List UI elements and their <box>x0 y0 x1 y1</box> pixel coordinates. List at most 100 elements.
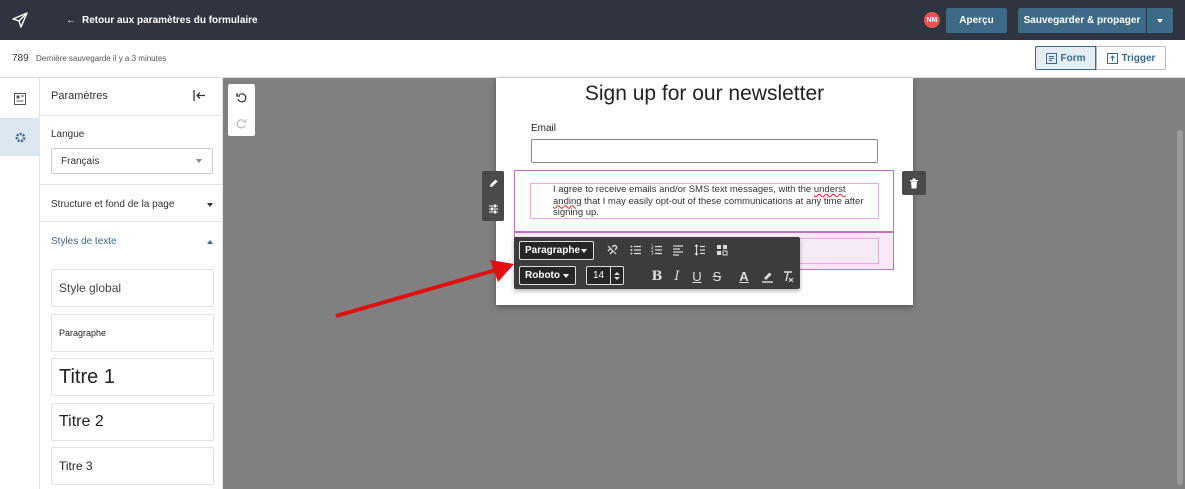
remove-link-button[interactable] <box>602 240 622 260</box>
caret-down-icon <box>581 249 587 253</box>
italic-button[interactable]: I <box>667 266 687 286</box>
panel-header: Paramètres <box>40 78 223 116</box>
style-card-label: Paragraphe <box>59 328 107 338</box>
clear-formatting-button[interactable] <box>778 266 798 286</box>
pencil-icon <box>489 179 497 187</box>
trash-icon <box>910 178 918 188</box>
trigger-icon <box>1106 52 1118 64</box>
style-card-label: Titre 3 <box>59 459 93 473</box>
layout-icon <box>14 93 26 105</box>
font-family-select[interactable]: Roboto <box>519 266 576 285</box>
consent-text-part: that I may easily opt-out of these commu… <box>553 195 864 219</box>
consent-text[interactable]: I agree to receive emails and/or SMS tex… <box>553 184 878 219</box>
top-bar: ← Retour aux paramètres du formulaire NM… <box>0 0 1185 40</box>
email-input[interactable] <box>531 139 878 163</box>
redo-button[interactable] <box>228 110 255 136</box>
back-label: Retour aux paramètres du formulaire <box>82 14 258 26</box>
tab-form[interactable]: Form <box>1035 46 1096 70</box>
preview-button[interactable]: Aperçu <box>946 8 1007 33</box>
font-size-stepper[interactable]: 14 <box>586 266 624 285</box>
back-to-form-settings-link[interactable]: ← Retour aux paramètres du formulaire <box>66 0 258 40</box>
canvas-scrollbar[interactable] <box>1177 130 1183 485</box>
style-card-label: Titre 1 <box>59 365 115 388</box>
line-height-button[interactable] <box>690 240 710 260</box>
tab-form-label: Form <box>1060 52 1086 64</box>
caret-down-icon <box>1157 18 1163 23</box>
style-card-title-3[interactable]: Titre 3 <box>51 447 214 485</box>
chevron-down-icon <box>196 159 202 163</box>
block-side-tools <box>482 171 504 221</box>
grid-icon <box>717 245 728 256</box>
rail-content-button[interactable] <box>0 80 40 118</box>
bulleted-list-button[interactable] <box>626 240 646 260</box>
arrow-left-icon: ← <box>66 14 76 26</box>
style-card-title-2[interactable]: Titre 2 <box>51 403 214 441</box>
send-logo-icon[interactable] <box>0 0 40 40</box>
font-size-value: 14 <box>593 270 605 281</box>
panel-title: Paramètres <box>51 90 108 102</box>
numbered-list-button[interactable]: 123 <box>647 240 667 260</box>
align-button[interactable] <box>668 240 688 260</box>
line-height-icon <box>694 244 705 256</box>
misspelled-word: underst <box>813 184 846 195</box>
caret-down-icon <box>207 203 213 207</box>
stepper-arrows-icon[interactable] <box>610 267 623 284</box>
language-select[interactable]: Français <box>51 148 213 174</box>
highlight-button[interactable] <box>757 266 777 286</box>
numbered-list-icon: 123 <box>651 244 662 256</box>
email-label: Email <box>531 123 557 134</box>
sliders-icon <box>488 204 498 214</box>
caret-down-icon <box>563 274 569 278</box>
gear-icon <box>15 132 25 142</box>
style-card-label: Titre 2 <box>59 413 104 430</box>
align-left-icon <box>673 245 683 256</box>
delete-block-button[interactable] <box>902 171 926 195</box>
rich-text-toolbar: Paragraphe 123 Roboto 14 B I U S A <box>514 237 800 289</box>
style-card-title-1[interactable]: Titre 1 <box>51 358 214 396</box>
strikethrough-button[interactable]: S <box>707 266 727 286</box>
block-type-value: Paragraphe <box>525 245 581 256</box>
section-structure-label: Structure et fond de la page <box>51 199 175 210</box>
edit-block-button[interactable] <box>482 171 504 196</box>
redo-icon <box>236 118 247 128</box>
tab-trigger[interactable]: Trigger <box>1096 46 1166 70</box>
history-controls <box>228 84 255 136</box>
consent-text-part: I agree to receive emails and/or SMS tex… <box>553 184 814 195</box>
unlink-icon <box>607 244 618 255</box>
section-structure-toggle[interactable]: Structure et fond de la page <box>40 184 223 224</box>
block-type-select[interactable]: Paragraphe <box>519 241 594 260</box>
save-options-dropdown[interactable] <box>1147 8 1173 33</box>
text-color-button[interactable]: A <box>734 266 754 286</box>
tab-trigger-label: Trigger <box>1121 52 1156 64</box>
form-title[interactable]: Sign up for our newsletter <box>496 82 913 106</box>
form-icon <box>1045 52 1057 64</box>
section-text-styles-toggle[interactable]: Styles de texte <box>40 221 223 261</box>
section-text-styles-label: Styles de texte <box>51 236 117 247</box>
language-value: Français <box>61 155 100 167</box>
insert-variable-button[interactable] <box>712 240 732 260</box>
save-and-propagate-button[interactable]: Sauvegarder & propager <box>1018 8 1146 33</box>
font-family-value: Roboto <box>525 270 560 281</box>
language-label: Langue <box>51 129 85 140</box>
last-saved-status: Dernière sauvegarde il y a 3 minutes <box>36 54 167 63</box>
clear-format-icon <box>784 271 794 282</box>
icon-rail <box>0 78 40 489</box>
bold-button[interactable]: B <box>647 266 667 286</box>
settings-panel: Paramètres Langue Français Structure et … <box>40 78 223 489</box>
style-card-paragraph[interactable]: Paragraphe <box>51 314 214 352</box>
rail-settings-button[interactable] <box>0 118 40 156</box>
sub-bar: 789 Dernière sauvegarde il y a 3 minutes… <box>0 40 1185 78</box>
annotation-arrow <box>335 260 514 318</box>
misspelled-word: anding <box>553 195 582 207</box>
block-settings-button[interactable] <box>482 196 504 221</box>
collapse-panel-icon[interactable] <box>193 89 207 107</box>
style-card-label: Style global <box>59 281 122 295</box>
bullet-list-icon <box>630 245 641 255</box>
user-avatar[interactable]: NM <box>924 12 940 28</box>
undo-icon <box>236 92 247 102</box>
undo-button[interactable] <box>228 84 255 110</box>
underline-button[interactable]: U <box>687 266 707 286</box>
style-card-global[interactable]: Style global <box>51 269 214 307</box>
svg-text:3: 3 <box>651 251 654 256</box>
form-id: 789 <box>12 53 29 64</box>
